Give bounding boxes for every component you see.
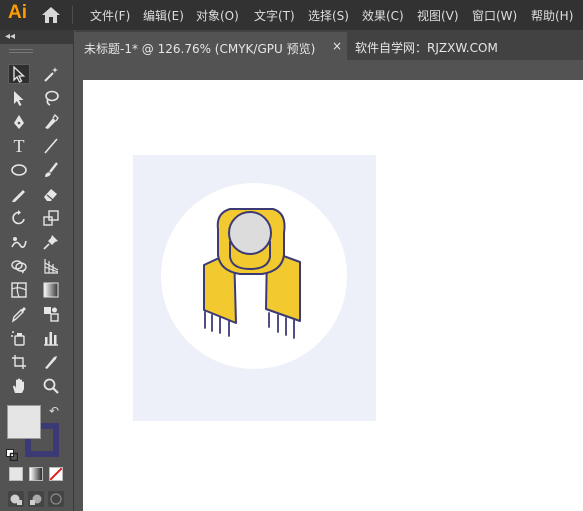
direct-selection-tool[interactable] [8,88,30,108]
column-graph-tool[interactable] [40,328,62,348]
shaper-pencil-icon [12,190,25,202]
paintbrush-icon [45,162,58,177]
gradient-mode-button[interactable] [29,467,43,481]
rotate-icon [12,210,25,225]
pushpin-icon [43,235,58,250]
draw-inside-icon [50,493,62,505]
color-mode-button[interactable] [9,467,23,481]
perspective-grid-tool[interactable] [40,256,62,276]
tab-document[interactable]: 未标题-1* @ 126.76% (CMYK/GPU 预览) × [75,32,347,60]
curvature-tool[interactable] [40,112,62,132]
line-segment-tool[interactable] [40,136,62,156]
home-button[interactable] [40,5,62,25]
draw-normal-button[interactable] [8,491,24,507]
hand-tool[interactable] [8,376,30,396]
lasso-icon [45,90,59,106]
menu-divider [72,6,73,24]
tools-panel-header: ◂◂ [0,30,74,44]
none-mode-button[interactable] [49,467,63,481]
magic-wand-icon [44,67,58,82]
pin-tool[interactable] [40,232,62,252]
lasso-tool[interactable] [40,88,62,108]
menu-window[interactable]: 窗口(W) [472,7,517,24]
eraser-tool[interactable] [40,184,62,204]
selection-arrow-icon [13,65,26,83]
head-circle [228,211,272,255]
none-slash-icon [50,468,62,480]
blend-icon [44,307,59,322]
app-logo: Ai [8,2,27,23]
eyedropper-icon [11,307,26,323]
shaper-tool[interactable] [8,184,30,204]
hand-icon [13,378,24,393]
tab-document-title: 未标题-1* @ 126.76% (CMYK/GPU 预览) [84,42,316,56]
menu-file[interactable]: 文件(F) [90,7,130,24]
gradient-icon [43,282,59,298]
puppet-warp-tool[interactable] [8,232,30,252]
type-tool[interactable]: T [8,136,30,156]
ellipse-icon [11,164,27,176]
default-fill-stroke-button[interactable] [6,446,19,462]
puppet-warp-icon [11,237,27,249]
slice-tool[interactable] [40,352,62,372]
column-graph-icon [44,332,58,346]
collapse-panel-icon[interactable]: ◂◂ [5,30,15,44]
shape-builder-icon [11,260,27,274]
tab-close-icon[interactable]: × [332,39,342,53]
draw-behind-icon [30,494,42,505]
menu-type[interactable]: 文字(T) [254,7,295,24]
document-tab-bar: 未标题-1* @ 126.76% (CMYK/GPU 预览) × 软件自学网：R… [75,30,583,60]
magic-wand-tool[interactable] [40,64,62,84]
tab-watermark-site[interactable]: 软件自学网：RJZXW.COM [355,39,498,56]
eyedropper-tool[interactable] [8,304,30,324]
scarf-illustration[interactable] [196,205,306,343]
magnifier-icon [43,378,59,394]
draw-behind-button[interactable] [28,491,44,507]
slice-knife-icon [45,356,57,369]
type-tool-glyph: T [13,136,25,156]
artboard-icon [12,355,26,369]
perspective-grid-icon [44,259,59,274]
zoom-tool[interactable] [40,376,62,396]
gradient-tool[interactable] [40,280,62,300]
draw-normal-icon [10,494,22,505]
home-icon [42,7,60,23]
blend-tool[interactable] [40,304,62,324]
menu-object[interactable]: 对象(O) [196,7,239,24]
selection-tool[interactable] [8,64,30,84]
pen-nib-icon [14,115,24,129]
symbol-sprayer-tool[interactable] [8,328,30,348]
scale-tool[interactable] [40,208,62,228]
menu-bar: Ai 文件(F) 编辑(E) 对象(O) 文字(T) 选择(S) 效果(C) 视… [0,0,583,30]
fill-color-swatch[interactable] [7,405,41,439]
symbol-sprayer-icon [11,331,25,346]
mesh-tool[interactable] [8,280,30,300]
ellipse-tool[interactable] [8,160,30,180]
menu-select[interactable]: 选择(S) [308,7,349,24]
menu-view[interactable]: 视图(V) [417,7,459,24]
canvas-top-margin [75,60,583,78]
menu-edit[interactable]: 编辑(E) [143,7,184,24]
pen-tool[interactable] [8,112,30,132]
panel-grip[interactable] [9,49,33,53]
curvature-pen-icon [45,113,59,129]
mesh-icon [11,282,27,298]
artboard-tool[interactable] [8,352,30,372]
direct-selection-icon [14,91,24,106]
menu-help[interactable]: 帮助(H) [531,7,573,24]
draw-inside-button[interactable] [48,491,64,507]
rotate-tool[interactable] [8,208,30,228]
paintbrush-tool[interactable] [40,160,62,180]
eraser-icon [44,189,57,201]
default-colors-icon [6,449,19,462]
menu-effect[interactable]: 效果(C) [362,7,404,24]
shape-builder-tool[interactable] [8,256,30,276]
line-segment-icon [44,138,58,154]
scale-icon [43,210,59,226]
swap-fill-stroke-icon[interactable]: ↶ [49,404,59,418]
